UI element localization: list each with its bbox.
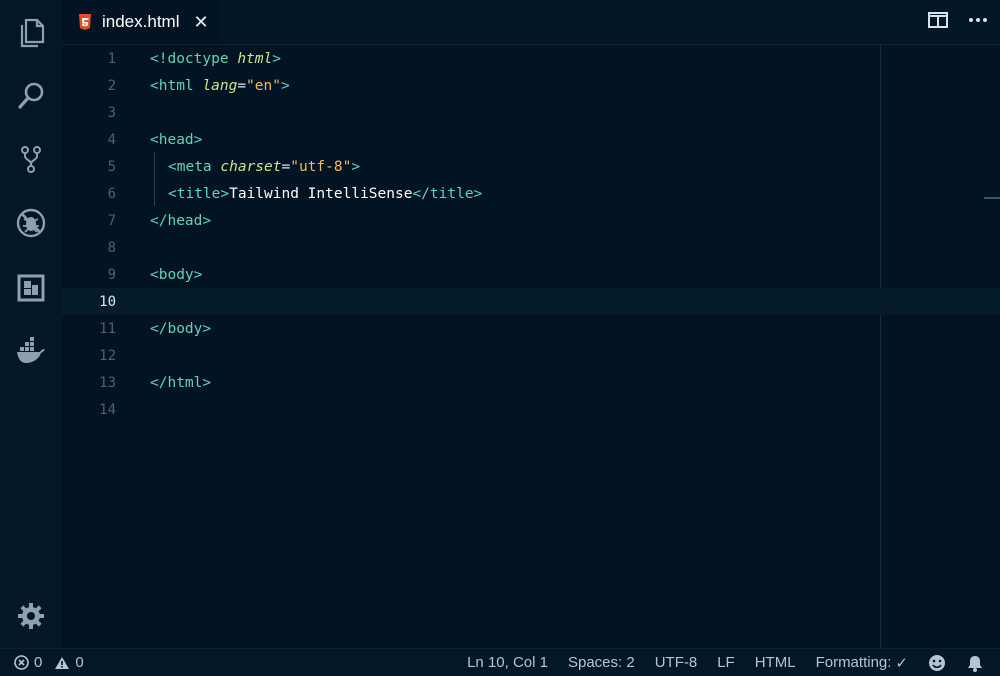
gear-icon[interactable] xyxy=(13,598,49,634)
tag: > xyxy=(272,50,281,67)
line-number: 14 xyxy=(99,401,116,418)
tag: </title> xyxy=(412,185,483,202)
string: "utf-8" xyxy=(290,158,352,175)
code-editor[interactable]: 1 <!doctype html> 2 <html lang="en"> 3 4… xyxy=(62,45,1000,649)
encoding[interactable]: UTF-8 xyxy=(655,654,698,671)
line-number: 7 xyxy=(107,212,116,229)
tag: </body> xyxy=(150,320,212,337)
tab-bar: index.html ✕ xyxy=(62,0,1000,45)
attribute: html xyxy=(237,50,273,67)
tag: > xyxy=(351,158,361,175)
code-line[interactable]: 7 </head> xyxy=(62,207,1000,234)
tab-index-html[interactable]: index.html ✕ xyxy=(62,0,220,44)
activity-bar xyxy=(0,0,62,649)
warning-icon xyxy=(55,656,70,669)
tab-label: index.html xyxy=(102,12,180,31)
end-of-line[interactable]: LF xyxy=(717,654,735,671)
line-number: 12 xyxy=(99,347,116,364)
code-line[interactable]: 5 <meta charset="utf-8"> xyxy=(62,151,1000,180)
error-count: 0 xyxy=(34,654,43,671)
tag: <!doctype xyxy=(150,50,238,67)
cursor-position[interactable]: Ln 10, Col 1 xyxy=(467,654,548,671)
tag: <body> xyxy=(150,266,203,283)
tag: </html> xyxy=(150,374,212,391)
formatting-label: Formatting: xyxy=(815,654,892,671)
feedback-icon[interactable] xyxy=(928,654,946,672)
line-number: 13 xyxy=(99,374,116,391)
code-line[interactable]: 6 <title>Tailwind IntelliSense</title> xyxy=(62,178,1000,207)
line-number: 11 xyxy=(99,320,116,337)
indent-guide xyxy=(154,151,155,179)
language-mode[interactable]: HTML xyxy=(755,654,796,671)
code-line[interactable]: 11 </body> xyxy=(62,315,1000,342)
code-line[interactable]: 1 <!doctype html> xyxy=(62,45,1000,72)
code-line[interactable]: 8 xyxy=(62,234,1000,261)
code-line[interactable]: 12 xyxy=(62,342,1000,369)
tag: </head> xyxy=(150,212,212,229)
problems-warnings[interactable]: 0 xyxy=(54,654,84,671)
line-number: 9 xyxy=(107,266,116,283)
more-actions-icon[interactable] xyxy=(968,17,988,23)
attribute: lang xyxy=(202,77,238,94)
equals: = xyxy=(281,158,291,175)
error-icon xyxy=(14,655,29,670)
text-content: Tailwind IntelliSense xyxy=(229,185,413,202)
line-number: 6 xyxy=(107,185,116,202)
code-line[interactable]: 14 xyxy=(62,396,1000,423)
code-line[interactable]: 3 xyxy=(62,99,1000,126)
line-number: 8 xyxy=(107,239,116,256)
problems-errors[interactable]: 0 xyxy=(14,654,42,671)
html5-icon xyxy=(79,14,91,30)
tag: <title> xyxy=(168,185,230,202)
line-number: 4 xyxy=(107,131,116,148)
code-line[interactable]: 13 </html> xyxy=(62,369,1000,396)
tag: <html xyxy=(150,77,203,94)
attribute: charset xyxy=(220,158,282,175)
tag: > xyxy=(280,77,290,94)
line-number: 2 xyxy=(107,77,116,94)
explorer-icon[interactable] xyxy=(13,14,49,50)
source-control-icon[interactable] xyxy=(13,141,49,177)
code-line[interactable]: 4 <head> xyxy=(62,126,1000,153)
search-icon[interactable] xyxy=(13,78,49,114)
status-bar: 0 0 Ln 10, Col 1 Spaces: 2 UTF-8 LF HTML… xyxy=(0,648,1000,676)
close-icon[interactable]: ✕ xyxy=(193,12,208,33)
line-number: 10 xyxy=(99,293,116,310)
code-line[interactable]: 2 <html lang="en"> xyxy=(62,72,1000,99)
current-line[interactable]: 10 xyxy=(62,288,1000,315)
indent-guide xyxy=(154,178,155,206)
equals: = xyxy=(237,77,247,94)
warning-count: 0 xyxy=(75,654,84,671)
check-icon: ✓ xyxy=(895,654,908,672)
indentation[interactable]: Spaces: 2 xyxy=(568,654,635,671)
debug-icon[interactable] xyxy=(13,205,49,241)
docker-icon[interactable] xyxy=(13,334,49,370)
line-number: 5 xyxy=(107,158,116,175)
string: "en" xyxy=(246,77,281,94)
tag: <head> xyxy=(150,131,203,148)
split-editor-icon[interactable] xyxy=(928,12,948,28)
formatting-status[interactable]: Formatting: ✓ xyxy=(816,654,908,672)
line-number: 3 xyxy=(107,104,116,121)
extensions-icon[interactable] xyxy=(13,270,49,306)
line-number: 1 xyxy=(107,50,116,67)
code-line[interactable]: 9 <body> xyxy=(62,261,1000,288)
tag: <meta xyxy=(168,158,221,175)
bell-icon[interactable] xyxy=(966,654,984,672)
